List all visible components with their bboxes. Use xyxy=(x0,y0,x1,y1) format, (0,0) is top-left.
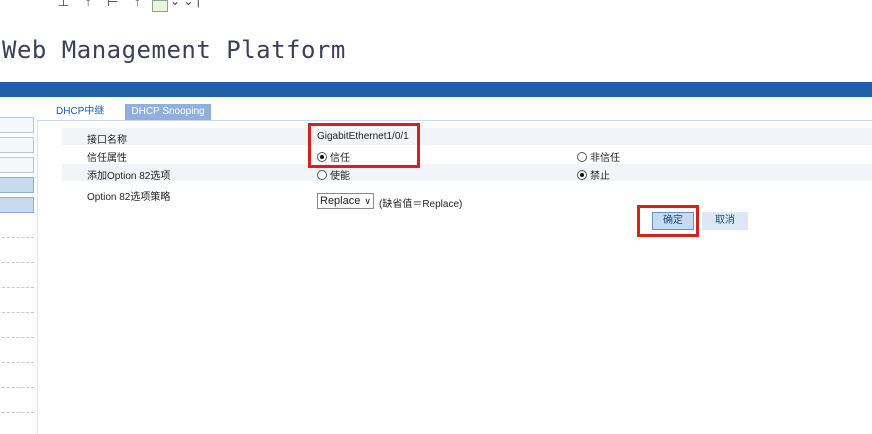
nav-item[interactable] xyxy=(0,157,34,173)
opt82-enable-label: 使能 xyxy=(330,171,350,182)
toolbar-fragment: ⊥ ↑ ⊢ ↑ | xyxy=(58,0,166,9)
opt82-radio-enable[interactable]: 使能 xyxy=(317,167,350,182)
interface-label: 接口名称 xyxy=(87,135,127,146)
divider xyxy=(2,312,34,313)
highlight-box-trust xyxy=(308,123,420,168)
strategy-select[interactable]: Replace ∨ xyxy=(317,193,374,209)
divider xyxy=(2,387,34,388)
brand-band xyxy=(0,82,872,97)
opt82-disable-label: 禁止 xyxy=(590,171,610,182)
row-opt82: 添加Option 82选项 使能 禁止 xyxy=(62,164,872,182)
left-nav xyxy=(0,97,38,434)
tab-underline xyxy=(37,120,872,121)
radio-icon[interactable] xyxy=(577,152,587,162)
tab-dhcp-relay[interactable]: DHCP中继 xyxy=(48,104,113,121)
nav-item[interactable] xyxy=(0,117,34,133)
strategy-default-note: (缺省值＝Replace) xyxy=(379,199,463,210)
header: Web Management Platform xyxy=(0,16,872,82)
cancel-button[interactable]: 取消 xyxy=(702,212,748,230)
row-interface: 接口名称 GigabitEthernet1/0/1 xyxy=(62,128,872,146)
divider xyxy=(2,287,34,288)
divider xyxy=(2,237,34,238)
edit-icon[interactable] xyxy=(152,0,168,12)
toolbar-more-icon[interactable]: ⌄ ⌄ | xyxy=(170,0,200,8)
highlight-box-confirm xyxy=(637,205,699,237)
row-strategy: Option 82选项策略 xyxy=(62,185,872,203)
row-trust: 信任属性 信任 非信任 xyxy=(62,146,872,164)
opt82-radio-disable[interactable]: 禁止 xyxy=(577,167,610,182)
nav-item[interactable] xyxy=(0,137,34,153)
chevron-down-icon: ∨ xyxy=(364,196,371,206)
nav-item-active[interactable] xyxy=(0,197,34,213)
divider xyxy=(2,412,34,413)
tab-bar: DHCP中继 DHCP Snooping xyxy=(37,97,872,121)
radio-icon[interactable] xyxy=(317,170,327,180)
trust-label: 信任属性 xyxy=(87,153,127,164)
divider xyxy=(2,262,34,263)
divider xyxy=(2,362,34,363)
opt82-label: 添加Option 82选项 xyxy=(87,171,171,182)
trust-radio-untrust[interactable]: 非信任 xyxy=(577,149,620,164)
tab-dhcp-snooping[interactable]: DHCP Snooping xyxy=(125,104,211,120)
page-title: Web Management Platform xyxy=(2,36,346,64)
strategy-label: Option 82选项策略 xyxy=(87,192,171,203)
strategy-select-value: Replace xyxy=(320,195,361,207)
divider xyxy=(2,337,34,338)
nav-item-active[interactable] xyxy=(0,177,34,193)
browser-toolbar: ⊥ ↑ ⊢ ↑ | ⌄ ⌄ | xyxy=(0,0,872,17)
radio-icon[interactable] xyxy=(577,170,587,180)
untrust-opt-label: 非信任 xyxy=(590,153,620,164)
